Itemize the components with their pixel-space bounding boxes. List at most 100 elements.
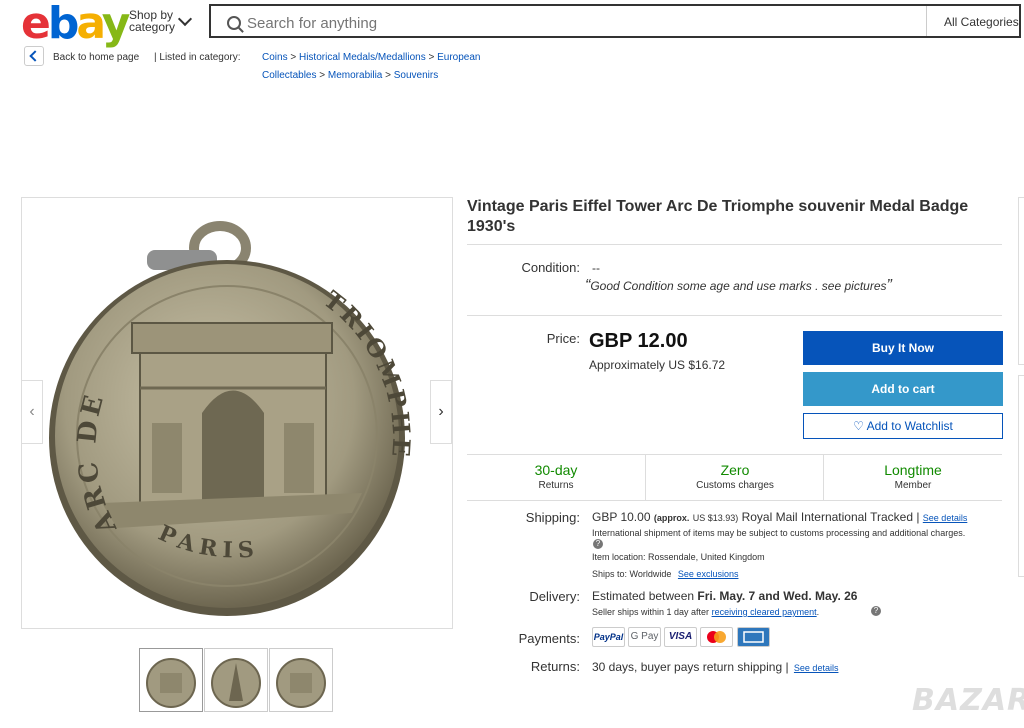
seller-panel-edge — [1018, 197, 1024, 365]
visa-icon: VISA — [664, 627, 697, 647]
shop-by-category-button[interactable]: Shop by category — [129, 9, 175, 33]
divider — [467, 244, 1002, 245]
chevron-left-icon: ‹ — [29, 403, 35, 420]
returns-text: 30 days, buyer pays return shipping | Se… — [592, 660, 838, 674]
feature-sub: Member — [894, 480, 932, 491]
all-categories-select[interactable]: All Categories — [944, 15, 1019, 29]
divider — [645, 454, 646, 500]
help-icon[interactable]: ? — [871, 606, 881, 616]
feature-sub: Returns — [538, 480, 574, 491]
crumb-sep: > — [319, 70, 326, 81]
thumbnail-2[interactable] — [204, 648, 268, 712]
add-to-cart-button[interactable]: Add to cart — [803, 372, 1003, 406]
breadcrumb-line2: Collectables > Memorabilia > Souvenirs — [262, 70, 438, 81]
next-image-button[interactable]: › — [430, 380, 452, 444]
thumbnail-image — [211, 658, 261, 708]
shipping-label: Shipping: — [525, 510, 580, 525]
returns-see-details-link[interactable]: See details — [794, 663, 839, 673]
location-value: Rossendale, United Kingdom — [648, 552, 765, 562]
crumb-sep: > — [290, 52, 297, 63]
amex-logo — [743, 631, 764, 643]
ships-to: Ships to: Worldwide See exclusions — [592, 569, 738, 579]
price-value: GBP 12.00 — [589, 330, 688, 352]
crumb-memorabilia[interactable]: Memorabilia — [328, 70, 382, 81]
heart-icon: ♡ — [853, 419, 864, 433]
delivery-note-prefix: Seller ships within 1 day after — [592, 607, 710, 617]
delivery-estimated: Estimated between — [592, 589, 695, 603]
thumbnail-image — [146, 658, 196, 708]
crumb-sep: > — [428, 52, 435, 63]
buy-it-now-button[interactable]: Buy It Now — [803, 331, 1003, 365]
see-exclusions-link[interactable]: See exclusions — [678, 569, 739, 579]
category-label: category — [129, 20, 176, 34]
crumb-souvenirs[interactable]: Souvenirs — [394, 70, 438, 81]
crumb-collectables[interactable]: Collectables — [262, 70, 316, 81]
intl-note: International shipment of items may be s… — [592, 528, 966, 538]
payments-label: Payments: — [518, 631, 580, 646]
delivery-dates: Fri. May. 7 and Wed. May. 26 — [697, 589, 858, 603]
prev-image-button[interactable]: ‹ — [21, 380, 43, 444]
chevron-right-icon: › — [438, 403, 444, 420]
shipping-service: Royal Mail International Tracked | — [741, 510, 920, 524]
shipping-cost: GBP 10.00 — [592, 510, 651, 524]
gpay-icon: G Pay — [628, 627, 661, 647]
divider — [467, 500, 1002, 501]
medal-image: ARC DE TRIOMPHE PARIS — [49, 221, 413, 616]
mastercard-icon — [700, 627, 733, 647]
feature-title: Longtime — [884, 462, 942, 478]
location-label: Item location: — [592, 552, 646, 562]
cleared-payment-link[interactable]: receiving cleared payment — [712, 607, 817, 617]
thumbnail-image — [276, 658, 326, 708]
add-to-watchlist-button[interactable]: ♡ Add to Watchlist — [803, 413, 1003, 439]
delivery-estimate: Estimated between Fri. May. 7 and Wed. M… — [592, 589, 857, 603]
ebay-logo[interactable]: ebay — [21, 2, 130, 46]
shipping-line: GBP 10.00 (approx. US $13.93) Royal Mail… — [592, 510, 1002, 524]
thumbnail-3[interactable] — [269, 648, 333, 712]
delivery-note-suffix: . — [816, 607, 820, 617]
feature-longtime-member: Longtime Member — [825, 462, 1001, 491]
feature-title: 30-day — [534, 462, 578, 478]
crumb-european[interactable]: European — [437, 52, 480, 63]
amex-icon — [737, 627, 770, 647]
item-location: Item location: Rossendale, United Kingdo… — [592, 552, 765, 562]
back-to-home-link[interactable]: Back to home page — [53, 52, 139, 63]
condition-label: Condition: — [521, 260, 580, 275]
delivery-note: Seller ships within 1 day after receivin… — [592, 607, 819, 617]
crumb-sep: > — [385, 70, 391, 81]
feature-customs: Zero Customs charges — [647, 462, 823, 491]
search-input[interactable] — [245, 12, 909, 34]
price-approx: Approximately US $16.72 — [589, 358, 726, 372]
chevron-down-icon[interactable] — [177, 11, 193, 27]
shipping-approx: (approx. — [653, 513, 690, 523]
feature-returns: 30-day Returns — [468, 462, 644, 491]
back-button[interactable] — [24, 46, 44, 66]
ships-to-value: Worldwide — [629, 569, 672, 579]
main-product-image[interactable]: ARC DE TRIOMPHE PARIS — [21, 197, 453, 629]
listed-in-label: | Listed in category: — [154, 52, 241, 63]
search-icon — [227, 16, 241, 30]
mastercard-logo — [707, 631, 726, 643]
seller-panel-edge — [1018, 375, 1024, 577]
divider — [467, 454, 1002, 455]
search-bar: All Categories — [209, 4, 1021, 38]
watermark: BAZAR — [912, 683, 1024, 718]
paypal-icon: PayPal — [592, 627, 625, 647]
delivery-label: Delivery: — [529, 589, 580, 604]
feature-title: Zero — [720, 462, 750, 478]
chevron-left-icon — [29, 50, 41, 62]
product-title: Vintage Paris Eiffel Tower Arc De Triomp… — [467, 198, 969, 235]
crumb-coins[interactable]: Coins — [262, 52, 288, 63]
thumbnail-1[interactable] — [139, 648, 203, 712]
condition-note-text: Good Condition some age and use marks . … — [590, 279, 887, 293]
search-divider — [926, 6, 927, 36]
shipping-approx-us: US $13.93) — [692, 513, 739, 523]
ships-to-label: Ships to: — [592, 569, 628, 579]
quote-close: ” — [886, 277, 892, 294]
condition-note: “Good Condition some age and use marks .… — [585, 277, 892, 295]
help-icon[interactable]: ? — [593, 539, 603, 549]
crumb-historical-medals[interactable]: Historical Medals/Medallions — [299, 52, 426, 63]
returns-label: Returns: — [530, 659, 580, 674]
breadcrumb: Coins > Historical Medals/Medallions > E… — [262, 52, 480, 63]
watchlist-label: Add to Watchlist — [866, 419, 953, 433]
shipping-see-details-link[interactable]: See details — [923, 513, 968, 523]
